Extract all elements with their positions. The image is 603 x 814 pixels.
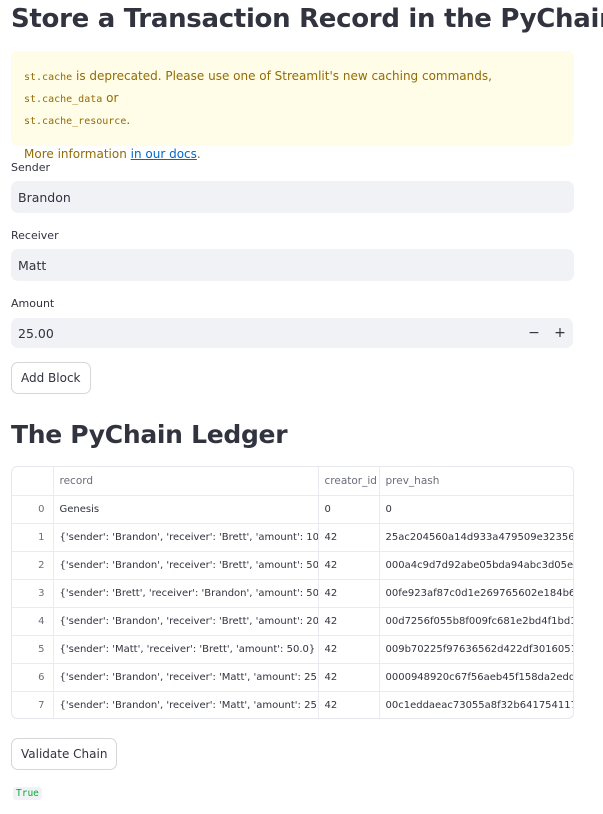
more-info-period: .	[196, 147, 201, 161]
warning-message: st.cache is deprecated. Please use one o…	[24, 66, 561, 132]
table-row[interactable]: 2 {'sender': 'Brandon', 'receiver': 'Bret…	[12, 551, 573, 580]
creator-id-cell: 42	[318, 523, 380, 552]
decrement-button[interactable]: −	[521, 318, 547, 348]
ledger-body: 0 Genesis 0 0 1 {'sender': 'Brandon', 'receiv…	[12, 495, 573, 718]
receiver-input[interactable]: Matt	[11, 249, 574, 281]
code-st-cache-resource: st.cache_resource	[24, 116, 127, 127]
creator-id-cell: 42	[318, 663, 380, 692]
deprecation-warning: st.cache is deprecated. Please use one o…	[11, 51, 574, 161]
record-cell: {'sender': 'Brandon', 'receiver': 'Matt'…	[53, 663, 319, 692]
prev-hash-cell: 009b70225f97636562d422df3016051a3c	[379, 635, 573, 664]
sender-input[interactable]: Brandon	[11, 181, 574, 213]
table-row[interactable]: 6 {'sender': 'Brandon', 'receiver': 'Matt…	[12, 663, 573, 692]
warning-period: .	[126, 113, 131, 127]
sender-value: Brandon	[18, 189, 71, 205]
prev-hash-cell: 0	[379, 495, 573, 524]
ledger-table: record creator_id prev_hash 0 Genesis 0 0 1 {'s…	[12, 467, 573, 718]
row-index: 5	[12, 635, 54, 664]
creator-id-cell: 42	[318, 579, 380, 608]
amount-label: Amount	[11, 297, 55, 310]
amount-value: 25.00	[18, 325, 54, 341]
warning-text-or: or	[102, 91, 119, 105]
row-index: 6	[12, 663, 54, 692]
creator-id-cell: 42	[318, 607, 380, 636]
prev-hash-cell: 25ac204560a14d933a479509e32356f9df	[379, 523, 573, 552]
receiver-label: Receiver	[11, 229, 59, 242]
record-cell: {'sender': 'Brett', 'receiver': 'Brandon…	[53, 579, 319, 608]
column-header-index[interactable]	[12, 467, 54, 496]
code-st-cache-data: st.cache_data	[24, 94, 103, 105]
record-cell: Genesis	[53, 495, 319, 524]
table-row[interactable]: 4 {'sender': 'Brandon', 'receiver': 'Bret…	[12, 607, 573, 636]
page-title: Store a Transaction Record in the PyChai…	[11, 4, 603, 34]
ledger-title: The PyChain Ledger	[11, 420, 288, 449]
table-row[interactable]: 7 {'sender': 'Brandon', 'receiver': 'Matt…	[12, 691, 573, 718]
creator-id-cell: 42	[318, 635, 380, 664]
validation-result: True	[13, 787, 42, 800]
table-header-row: record creator_id prev_hash	[12, 467, 573, 496]
record-cell: {'sender': 'Matt', 'receiver': 'Brett', …	[53, 635, 319, 664]
creator-id-cell: 0	[318, 495, 380, 524]
creator-id-cell: 42	[318, 691, 380, 718]
warning-text: is deprecated. Please use one of Streaml…	[72, 69, 492, 83]
record-cell: {'sender': 'Brandon', 'receiver': 'Brett…	[53, 523, 319, 552]
creator-id-cell: 42	[318, 551, 380, 580]
table-row[interactable]: 3 {'sender': 'Brett', 'receiver': 'Brando…	[12, 579, 573, 608]
prev-hash-cell: 00fe923af87c0d1e269765602e184b6ce9	[379, 579, 573, 608]
row-index: 3	[12, 579, 54, 608]
amount-input[interactable]: 25.00 − +	[11, 318, 573, 348]
code-st-cache: st.cache	[24, 72, 73, 83]
row-index: 4	[12, 607, 54, 636]
record-cell: {'sender': 'Brandon', 'receiver': 'Brett…	[53, 607, 319, 636]
record-cell: {'sender': 'Brandon', 'receiver': 'Matt'…	[53, 691, 319, 718]
prev-hash-cell: 0000948920c67f56aeb45f158da2edd6c9	[379, 663, 573, 692]
prev-hash-cell: 00c1eddaeac73055a8f32b641754117979	[379, 691, 573, 718]
row-index: 1	[12, 523, 54, 552]
receiver-value: Matt	[18, 257, 47, 273]
column-header-prev-hash[interactable]: prev_hash	[379, 467, 573, 496]
add-block-button[interactable]: Add Block	[11, 362, 91, 394]
row-index: 0	[12, 495, 54, 524]
validate-chain-button[interactable]: Validate Chain	[11, 738, 118, 770]
increment-button[interactable]: +	[547, 318, 573, 348]
column-header-creator-id[interactable]: creator_id	[318, 467, 380, 496]
table-row[interactable]: 0 Genesis 0 0	[12, 495, 573, 524]
column-header-record[interactable]: record	[53, 467, 319, 496]
row-index: 2	[12, 551, 54, 580]
ledger-table-container[interactable]: record creator_id prev_hash 0 Genesis 0 0 1 {'s…	[11, 466, 574, 719]
more-info-text: More information	[24, 147, 131, 161]
sender-label: Sender	[11, 161, 50, 174]
table-row[interactable]: 1 {'sender': 'Brandon', 'receiver': 'Bret…	[12, 523, 573, 552]
docs-link[interactable]: in our docs	[131, 147, 197, 161]
row-index: 7	[12, 691, 54, 718]
prev-hash-cell: 000a4c9d7d92abe05bda94abc3d05e144	[379, 551, 573, 580]
table-row[interactable]: 5 {'sender': 'Matt', 'receiver': 'Brett',…	[12, 635, 573, 664]
prev-hash-cell: 00d7256f055b8f009fc681e2bd4f1bd172	[379, 607, 573, 636]
record-cell: {'sender': 'Brandon', 'receiver': 'Brett…	[53, 551, 319, 580]
warning-more-info: More information in our docs.	[24, 144, 561, 164]
